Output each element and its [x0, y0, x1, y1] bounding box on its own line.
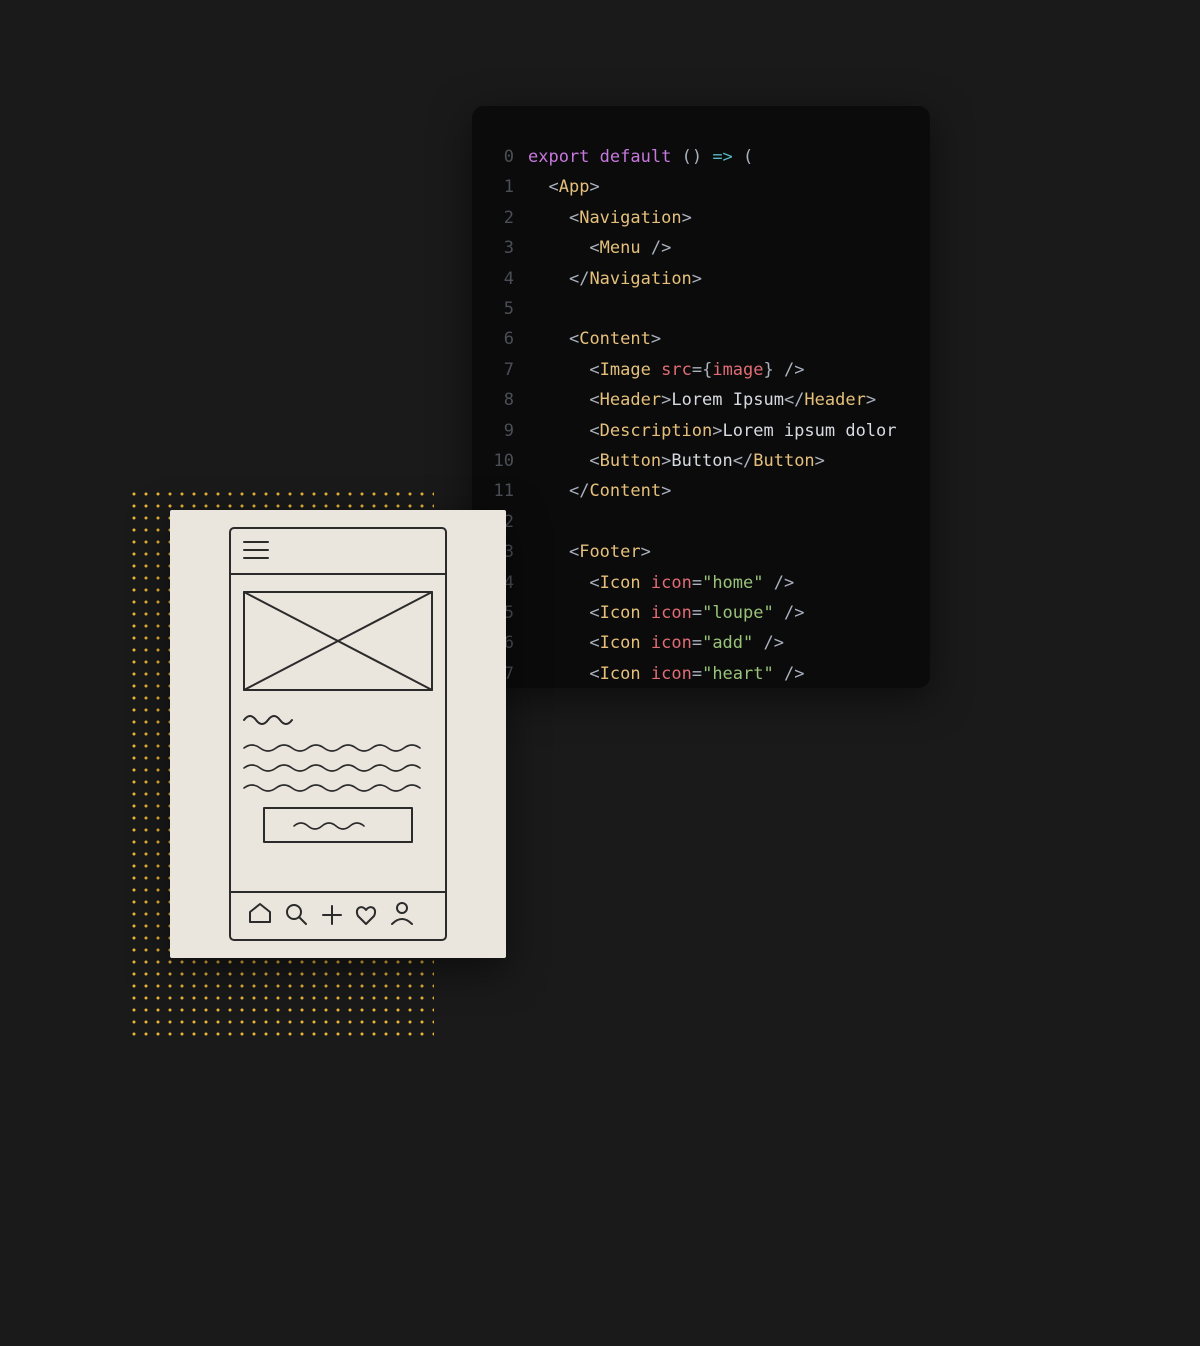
line-number: 4: [472, 264, 528, 294]
line-number: 3: [472, 233, 528, 263]
code-line: <Header>Lorem Ipsum</Header>: [528, 385, 930, 415]
line-number: 10: [472, 446, 528, 476]
hamburger-icon: [244, 542, 268, 558]
line-number: 6: [472, 324, 528, 354]
header-squiggle: [244, 716, 292, 724]
line-number: 9: [472, 416, 528, 446]
code-line: <Menu />: [528, 233, 930, 263]
paper-sketch: [170, 510, 506, 958]
code-line: export default () => (: [528, 142, 930, 172]
line-number: 1: [472, 172, 528, 202]
user-icon: [392, 903, 412, 924]
code-line: [528, 507, 930, 537]
code-line: <Icon icon="heart" />: [528, 659, 930, 688]
code-line: </Navigation>: [528, 264, 930, 294]
code-line: <Footer>: [528, 537, 930, 567]
code-lines: export default () => ( <App> <Navigation…: [528, 106, 930, 688]
button-sketch: [264, 808, 412, 842]
add-icon: [323, 906, 341, 924]
heart-icon: [357, 907, 375, 924]
code-line: [528, 294, 930, 324]
code-line: <Image src={image} />: [528, 355, 930, 385]
loupe-icon: [287, 905, 306, 924]
code-line: </Content>: [528, 476, 930, 506]
line-number: 11: [472, 476, 528, 506]
image-placeholder-icon: [244, 592, 432, 690]
home-icon: [250, 904, 270, 922]
code-line: <Icon icon="loupe" />: [528, 598, 930, 628]
code-line: <Icon icon="add" />: [528, 628, 930, 658]
code-line: <Button>Button</Button>: [528, 446, 930, 476]
code-editor-panel: 0123456789101112131415161718 export defa…: [472, 106, 930, 688]
line-number: 7: [472, 355, 528, 385]
code-line: <Navigation>: [528, 203, 930, 233]
code-line: <Icon icon="home" />: [528, 568, 930, 598]
line-number: 0: [472, 142, 528, 172]
code-line: <Description>Lorem ipsum dolor: [528, 416, 930, 446]
code-line: <Content>: [528, 324, 930, 354]
line-number: 5: [472, 294, 528, 324]
line-number: 8: [472, 385, 528, 415]
code-line: <App>: [528, 172, 930, 202]
line-number: 2: [472, 203, 528, 233]
